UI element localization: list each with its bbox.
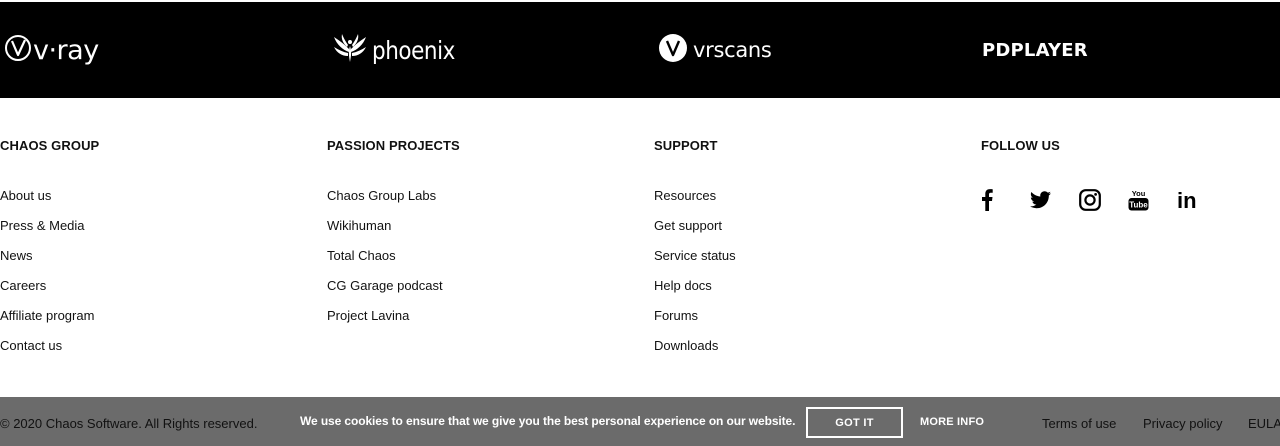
youtube-tube-text: Tube [1129, 201, 1148, 210]
link-label[interactable]: Careers [0, 278, 46, 293]
footer-column-passion-projects: PASSION PROJECTS Chaos Group Labs Wikihu… [327, 138, 460, 338]
footer-link-news[interactable]: News [0, 248, 99, 278]
link-label[interactable]: Resources [654, 188, 716, 203]
footer-column-chaos-group: CHAOS GROUP About us Press & Media News … [0, 138, 99, 368]
column-heading: SUPPORT [654, 138, 718, 153]
bottom-bar: © 2020 Chaos Software. All Rights reserv… [0, 397, 1280, 446]
footer-link-contact-us[interactable]: Contact us [0, 338, 99, 368]
footer-link-service-status[interactable]: Service status [654, 248, 736, 278]
column-heading: PASSION PROJECTS [327, 138, 460, 153]
footer-link-total-chaos[interactable]: Total Chaos [327, 248, 460, 278]
footer-link-press-media[interactable]: Press & Media [0, 218, 99, 248]
link-label[interactable]: Affiliate program [0, 308, 94, 323]
eula-link[interactable]: EULA [1248, 416, 1280, 431]
footer-link-get-support[interactable]: Get support [654, 218, 736, 248]
phoenix-logo-link[interactable]: phoenix [332, 2, 468, 98]
more-info-link[interactable]: MORE INFO [920, 416, 984, 428]
link-label[interactable]: Total Chaos [327, 248, 396, 263]
terms-of-use-link[interactable]: Terms of use [1042, 416, 1116, 431]
facebook-icon[interactable] [981, 185, 1030, 215]
footer-column-follow-us: FOLLOW US You Tube in [981, 138, 1226, 215]
vrscans-v-icon [658, 33, 688, 68]
phoenix-logo-text: phoenix [372, 35, 455, 65]
link-list: Chaos Group Labs Wikihuman Total Chaos C… [327, 188, 460, 338]
privacy-policy-link[interactable]: Privacy policy [1143, 416, 1222, 431]
link-label[interactable]: Contact us [0, 338, 62, 353]
vray-logo-link[interactable]: v·ray [4, 2, 99, 98]
product-logo-bar: v·ray phoenix vrscans PDPLAYER [0, 2, 1280, 98]
vrscans-logo-link[interactable]: vrscans [658, 2, 772, 98]
pdplayer-logo-link[interactable]: PDPLAYER [982, 2, 1088, 98]
footer-link-cg-garage-podcast[interactable]: CG Garage podcast [327, 278, 460, 308]
vray-logo-text: v·ray [33, 34, 99, 66]
footer-link-project-lavina[interactable]: Project Lavina [327, 308, 460, 338]
social-icons: You Tube in [981, 185, 1226, 215]
column-heading: CHAOS GROUP [0, 138, 100, 153]
instagram-icon[interactable] [1079, 185, 1128, 215]
vrscans-logo-text: vrscans [693, 38, 772, 62]
link-label[interactable]: Wikihuman [327, 218, 391, 233]
link-label[interactable]: Help docs [654, 278, 712, 293]
footer-link-resources[interactable]: Resources [654, 188, 736, 218]
footer-link-help-docs[interactable]: Help docs [654, 278, 736, 308]
link-label[interactable]: Project Lavina [327, 308, 409, 323]
footer-link-chaos-group-labs[interactable]: Chaos Group Labs [327, 188, 460, 218]
linkedin-icon[interactable]: in [1177, 185, 1226, 215]
youtube-icon[interactable]: You Tube [1128, 185, 1177, 215]
linkedin-in-text: in [1177, 190, 1197, 210]
link-label[interactable]: Downloads [654, 338, 718, 353]
got-it-button[interactable]: GOT IT [806, 407, 903, 438]
footer-link-affiliate-program[interactable]: Affiliate program [0, 308, 99, 338]
link-list: Resources Get support Service status Hel… [654, 188, 736, 368]
footer-link-wikihuman[interactable]: Wikihuman [327, 218, 460, 248]
link-label[interactable]: CG Garage podcast [327, 278, 443, 293]
vray-v-icon [4, 34, 32, 67]
link-label[interactable]: Get support [654, 218, 722, 233]
link-label[interactable]: Press & Media [0, 218, 85, 233]
youtube-you-text: You [1132, 189, 1146, 198]
link-label[interactable]: Forums [654, 308, 698, 323]
footer-link-about-us[interactable]: About us [0, 188, 99, 218]
footer-link-careers[interactable]: Careers [0, 278, 99, 308]
link-label[interactable]: Service status [654, 248, 736, 263]
phoenix-bird-icon [332, 32, 368, 69]
cookie-message: We use cookies to ensure that we give yo… [300, 414, 796, 428]
link-label[interactable]: About us [0, 188, 51, 203]
column-heading: FOLLOW US [981, 138, 1060, 153]
link-list: About us Press & Media News Careers Affi… [0, 188, 99, 368]
link-label[interactable]: Chaos Group Labs [327, 188, 436, 203]
pdplayer-logo: PDPLAYER [982, 39, 1088, 61]
link-label[interactable]: News [0, 248, 33, 263]
footer-column-support: SUPPORT Resources Get support Service st… [654, 138, 736, 368]
twitter-icon[interactable] [1030, 185, 1079, 215]
copyright-text: © 2020 Chaos Software. All Rights reserv… [0, 416, 258, 431]
footer-link-downloads[interactable]: Downloads [654, 338, 736, 368]
footer-link-forums[interactable]: Forums [654, 308, 736, 338]
